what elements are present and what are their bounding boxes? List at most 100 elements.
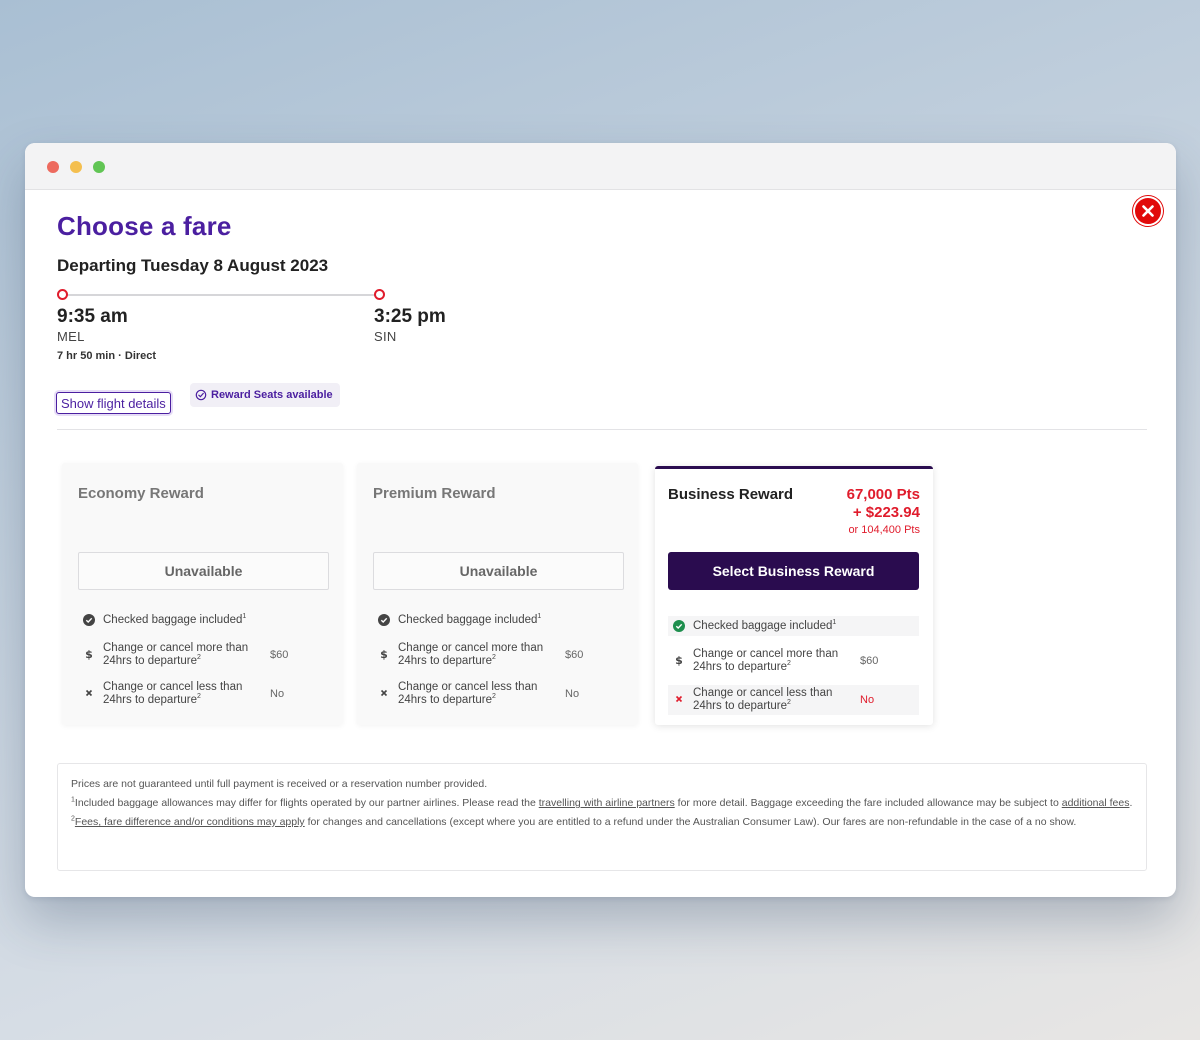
footnote-ref: 1: [537, 613, 542, 621]
feature-value: $60: [270, 649, 289, 661]
feature-change-more-24h: $ Change or cancel more than 24hrs to de…: [668, 646, 919, 676]
price-points: 67,000 Pts: [846, 486, 920, 503]
check-circle-icon: [378, 614, 390, 626]
footnote-ref: 2: [491, 693, 496, 701]
feature-text: Checked baggage included1: [693, 619, 853, 633]
check-circle-icon: [673, 620, 685, 632]
feature-label: Checked baggage included: [398, 614, 538, 626]
fine-print-line-2: 1Included baggage allowances may differ …: [71, 797, 1133, 810]
feature-label: Change or cancel less than 24hrs to depa…: [398, 681, 538, 706]
section-divider: [57, 429, 1147, 430]
departure-date: Departing Tuesday 8 August 2023: [57, 256, 329, 275]
feature-checked-baggage: Checked baggage included1: [373, 610, 624, 630]
feature-label: Change or cancel more than 24hrs to depa…: [693, 648, 839, 673]
feature-checked-baggage: Checked baggage included1: [78, 610, 329, 630]
fine-print-line-1: Prices are not guaranteed until full pay…: [71, 778, 488, 790]
footnote-ref: 1: [242, 613, 247, 621]
feature-change-less-24h: Change or cancel less than 24hrs to depa…: [373, 679, 624, 709]
fare-card-economy: Economy Reward Unavailable Checked bagga…: [62, 463, 343, 725]
feature-checked-baggage: Checked baggage included1: [668, 616, 919, 636]
price-alternative: or 104,400 Pts: [848, 524, 920, 536]
feature-value: $60: [860, 655, 879, 667]
fees-conditions-link[interactable]: Fees, fare difference and/or conditions …: [75, 816, 305, 828]
feature-value: No: [270, 688, 285, 700]
page-title: Choose a fare: [57, 211, 232, 241]
reward-seats-badge: Reward Seats available: [190, 383, 340, 407]
fine-print-text: .: [1129, 797, 1133, 809]
footnote-ref: 2: [196, 654, 201, 662]
feature-text: Change or cancel more than 24hrs to depa…: [103, 642, 263, 668]
cross-icon: [380, 689, 388, 697]
dollar-icon: $: [675, 654, 683, 666]
feature-text: Change or cancel less than 24hrs to depa…: [398, 681, 558, 707]
feature-label: Change or cancel more than 24hrs to depa…: [398, 642, 544, 667]
cross-icon: [85, 689, 93, 697]
dollar-icon: $: [85, 648, 93, 660]
feature-text: Checked baggage included1: [398, 613, 558, 627]
fine-print-box: Prices are not guaranteed until full pay…: [57, 763, 1147, 871]
fare-card-premium: Premium Reward Unavailable Checked bagga…: [357, 463, 638, 725]
cross-icon: [675, 695, 683, 703]
depart-airport: MEL: [57, 329, 85, 344]
feature-text: Change or cancel less than 24hrs to depa…: [103, 681, 263, 707]
window-titlebar: [25, 143, 1176, 190]
unavailable-label: Unavailable: [78, 552, 329, 590]
arrive-time: 3:25 pm: [374, 306, 446, 327]
feature-change-more-24h: $ Change or cancel more than 24hrs to de…: [78, 640, 329, 670]
reward-badge-label: Reward Seats available: [211, 389, 333, 401]
flight-duration: 7 hr 50 min · Direct: [57, 350, 156, 362]
feature-text: Checked baggage included1: [103, 613, 263, 627]
fare-title: Premium Reward: [373, 485, 496, 502]
footnote-ref: 2: [786, 699, 791, 707]
destination-marker-icon: [374, 289, 385, 300]
svg-text:$: $: [675, 654, 683, 666]
browser-window: Choose a fare Departing Tuesday 8 August…: [25, 143, 1176, 897]
feature-value: $60: [565, 649, 584, 661]
additional-fees-link[interactable]: additional fees: [1062, 797, 1130, 809]
fare-card-business[interactable]: Business Reward 67,000 Pts + $223.94 or …: [655, 466, 933, 725]
feature-value: No: [565, 688, 580, 700]
show-flight-details-button[interactable]: Show flight details: [56, 392, 171, 414]
stops-text: Direct: [124, 350, 157, 362]
unavailable-label: Unavailable: [373, 552, 624, 590]
route-line: [63, 294, 375, 296]
feature-label: Change or cancel more than 24hrs to depa…: [103, 642, 249, 667]
window-minimize-dot[interactable]: [70, 161, 82, 173]
fine-print-line-3: 2Fees, fare difference and/or conditions…: [71, 816, 1133, 829]
close-icon: [1142, 205, 1154, 217]
feature-change-more-24h: $ Change or cancel more than 24hrs to de…: [373, 640, 624, 670]
footnote-ref: 1: [832, 619, 837, 627]
airline-partners-link[interactable]: travelling with airline partners: [539, 797, 675, 809]
fine-print-text: for changes and cancellations (except wh…: [304, 816, 1077, 828]
feature-label: Checked baggage included: [693, 620, 833, 632]
reward-badge-icon: [195, 389, 207, 401]
window-zoom-dot[interactable]: [93, 161, 105, 173]
arrive-airport: SIN: [374, 329, 397, 344]
footnote-ref: 2: [491, 654, 496, 662]
fine-print-text: for more detail. Baggage exceeding the f…: [674, 797, 1062, 809]
duration-separator: ·: [118, 350, 122, 362]
feature-text: Change or cancel more than 24hrs to depa…: [693, 648, 853, 674]
select-business-reward-button[interactable]: Select Business Reward: [668, 552, 919, 590]
fare-title: Economy Reward: [78, 485, 204, 502]
feature-text: Change or cancel less than 24hrs to depa…: [693, 687, 853, 713]
feature-label: Change or cancel less than 24hrs to depa…: [103, 681, 243, 706]
check-circle-icon: [83, 614, 95, 626]
feature-change-less-24h: Change or cancel less than 24hrs to depa…: [668, 685, 919, 715]
feature-text: Change or cancel more than 24hrs to depa…: [398, 642, 558, 668]
feature-change-less-24h: Change or cancel less than 24hrs to depa…: [78, 679, 329, 709]
svg-text:$: $: [85, 648, 93, 660]
feature-label: Change or cancel less than 24hrs to depa…: [693, 687, 833, 712]
close-modal-button[interactable]: [1133, 196, 1163, 226]
feature-label: Checked baggage included: [103, 614, 243, 626]
duration-text: 7 hr 50 min: [57, 350, 116, 362]
window-close-dot[interactable]: [47, 161, 59, 173]
price-cash: + $223.94: [852, 504, 920, 521]
footnote-ref: 2: [196, 693, 201, 701]
fine-print-text: Included baggage allowances may differ f…: [74, 797, 539, 809]
fare-title: Business Reward: [668, 486, 794, 503]
svg-text:$: $: [380, 648, 388, 660]
origin-marker-icon: [57, 289, 68, 300]
footnote-ref: 2: [786, 660, 791, 668]
feature-value: No: [860, 694, 875, 706]
